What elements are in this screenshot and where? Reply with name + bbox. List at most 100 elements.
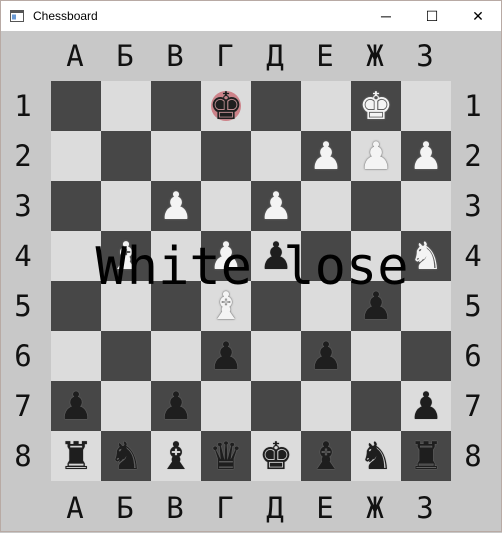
black-king-icon[interactable]: ♚ — [209, 81, 243, 131]
square-В7[interactable]: ♟ — [151, 381, 201, 431]
white-king-icon[interactable]: ♚ — [359, 81, 393, 131]
square-З4[interactable]: ♞ — [401, 231, 451, 281]
square-Б4[interactable]: ♝ — [101, 231, 151, 281]
square-В8[interactable]: ♝ — [151, 431, 201, 481]
square-Е4[interactable] — [301, 231, 351, 281]
square-Ж1[interactable]: ♚ — [351, 81, 401, 131]
white-pawn-icon[interactable]: ♟ — [309, 131, 343, 181]
square-А1[interactable] — [51, 81, 101, 131]
black-knight-icon[interactable]: ♞ — [359, 431, 393, 481]
square-Б6[interactable] — [101, 331, 151, 381]
square-Д7[interactable] — [251, 381, 301, 431]
square-З7[interactable]: ♟ — [401, 381, 451, 431]
black-knight-icon[interactable]: ♞ — [109, 431, 143, 481]
square-Е5[interactable] — [301, 281, 351, 331]
white-bishop-icon[interactable]: ♝ — [109, 231, 143, 281]
square-Д3[interactable]: ♟ — [251, 181, 301, 231]
minimize-button[interactable]: ─ — [363, 1, 409, 31]
white-pawn-icon[interactable]: ♟ — [159, 181, 193, 231]
square-А5[interactable] — [51, 281, 101, 331]
square-Ж6[interactable] — [351, 331, 401, 381]
square-В3[interactable]: ♟ — [151, 181, 201, 231]
black-pawn-icon[interactable]: ♟ — [309, 331, 343, 381]
square-Е2[interactable]: ♟ — [301, 131, 351, 181]
square-Б3[interactable] — [101, 181, 151, 231]
file-label-bottom: З — [416, 491, 434, 525]
square-Е7[interactable] — [301, 381, 351, 431]
black-pawn-icon[interactable]: ♟ — [259, 231, 293, 281]
maximize-button[interactable]: ☐ — [409, 1, 455, 31]
black-queen-icon[interactable]: ♛ — [209, 431, 243, 481]
square-В1[interactable] — [151, 81, 201, 131]
square-Д1[interactable] — [251, 81, 301, 131]
black-bishop-icon[interactable]: ♝ — [159, 431, 193, 481]
square-Б7[interactable] — [101, 381, 151, 431]
square-З3[interactable] — [401, 181, 451, 231]
black-pawn-icon[interactable]: ♟ — [209, 331, 243, 381]
app-icon — [9, 8, 25, 24]
black-bishop-icon[interactable]: ♝ — [309, 431, 343, 481]
black-rook-icon[interactable]: ♜ — [59, 431, 93, 481]
square-Е1[interactable] — [301, 81, 351, 131]
square-Ж3[interactable] — [351, 181, 401, 231]
file-label-bottom: Г — [216, 491, 234, 525]
square-А4[interactable] — [51, 231, 101, 281]
file-label-top: Ж — [366, 39, 384, 73]
square-З2[interactable]: ♟ — [401, 131, 451, 181]
square-Ж7[interactable] — [351, 381, 401, 431]
square-Г8[interactable]: ♛ — [201, 431, 251, 481]
square-З1[interactable] — [401, 81, 451, 131]
square-Д5[interactable] — [251, 281, 301, 331]
square-В6[interactable] — [151, 331, 201, 381]
square-Ж4[interactable] — [351, 231, 401, 281]
black-pawn-icon[interactable]: ♟ — [359, 281, 393, 331]
white-pawn-icon[interactable]: ♟ — [259, 181, 293, 231]
square-Г6[interactable]: ♟ — [201, 331, 251, 381]
square-Б2[interactable] — [101, 131, 151, 181]
white-knight-icon[interactable]: ♞ — [409, 231, 443, 281]
square-Д4[interactable]: ♟ — [251, 231, 301, 281]
square-Е6[interactable]: ♟ — [301, 331, 351, 381]
square-Б8[interactable]: ♞ — [101, 431, 151, 481]
square-Б1[interactable] — [101, 81, 151, 131]
square-З6[interactable] — [401, 331, 451, 381]
black-rook-icon[interactable]: ♜ — [409, 431, 443, 481]
black-king-icon[interactable]: ♚ — [259, 431, 293, 481]
square-А3[interactable] — [51, 181, 101, 231]
file-label-top: Б — [116, 39, 134, 73]
square-З5[interactable] — [401, 281, 451, 331]
square-А6[interactable] — [51, 331, 101, 381]
close-button[interactable]: ✕ — [455, 1, 501, 31]
square-Е8[interactable]: ♝ — [301, 431, 351, 481]
white-bishop-icon[interactable]: ♝ — [209, 281, 243, 331]
square-Ж8[interactable]: ♞ — [351, 431, 401, 481]
square-Г2[interactable] — [201, 131, 251, 181]
white-pawn-icon[interactable]: ♟ — [209, 231, 243, 281]
black-pawn-icon[interactable]: ♟ — [59, 381, 93, 431]
square-Д2[interactable] — [251, 131, 301, 181]
square-Г5[interactable]: ♝ — [201, 281, 251, 331]
black-pawn-icon[interactable]: ♟ — [409, 381, 443, 431]
white-pawn-icon[interactable]: ♟ — [409, 131, 443, 181]
square-Ж5[interactable]: ♟ — [351, 281, 401, 331]
square-А2[interactable] — [51, 131, 101, 181]
black-pawn-icon[interactable]: ♟ — [159, 381, 193, 431]
square-Д8[interactable]: ♚ — [251, 431, 301, 481]
square-Г4[interactable]: ♟ — [201, 231, 251, 281]
square-А7[interactable]: ♟ — [51, 381, 101, 431]
chess-board[interactable]: ♚ ♚ ♟ ♟ ♟ ♟ ♟ ♝ ♟ ♟ ♞ ♝ ♟ ♟ ♟ ♟ ♟ ♟ ♜ ♞ ♝ ♛ ♚ ♝ ♞ ♜ — [51, 81, 451, 481]
square-Ж2[interactable]: ♟ — [351, 131, 401, 181]
white-pawn-icon[interactable]: ♟ — [359, 131, 393, 181]
square-В5[interactable] — [151, 281, 201, 331]
square-Д6[interactable] — [251, 331, 301, 381]
square-А8[interactable]: ♜ — [51, 431, 101, 481]
square-З8[interactable]: ♜ — [401, 431, 451, 481]
square-Б5[interactable] — [101, 281, 151, 331]
square-Г3[interactable] — [201, 181, 251, 231]
square-Е3[interactable] — [301, 181, 351, 231]
square-Г7[interactable] — [201, 381, 251, 431]
square-В4[interactable] — [151, 231, 201, 281]
square-Г1[interactable]: ♚ — [201, 81, 251, 131]
square-В2[interactable] — [151, 131, 201, 181]
title-bar[interactable]: Chessboard ─ ☐ ✕ — [1, 1, 501, 31]
